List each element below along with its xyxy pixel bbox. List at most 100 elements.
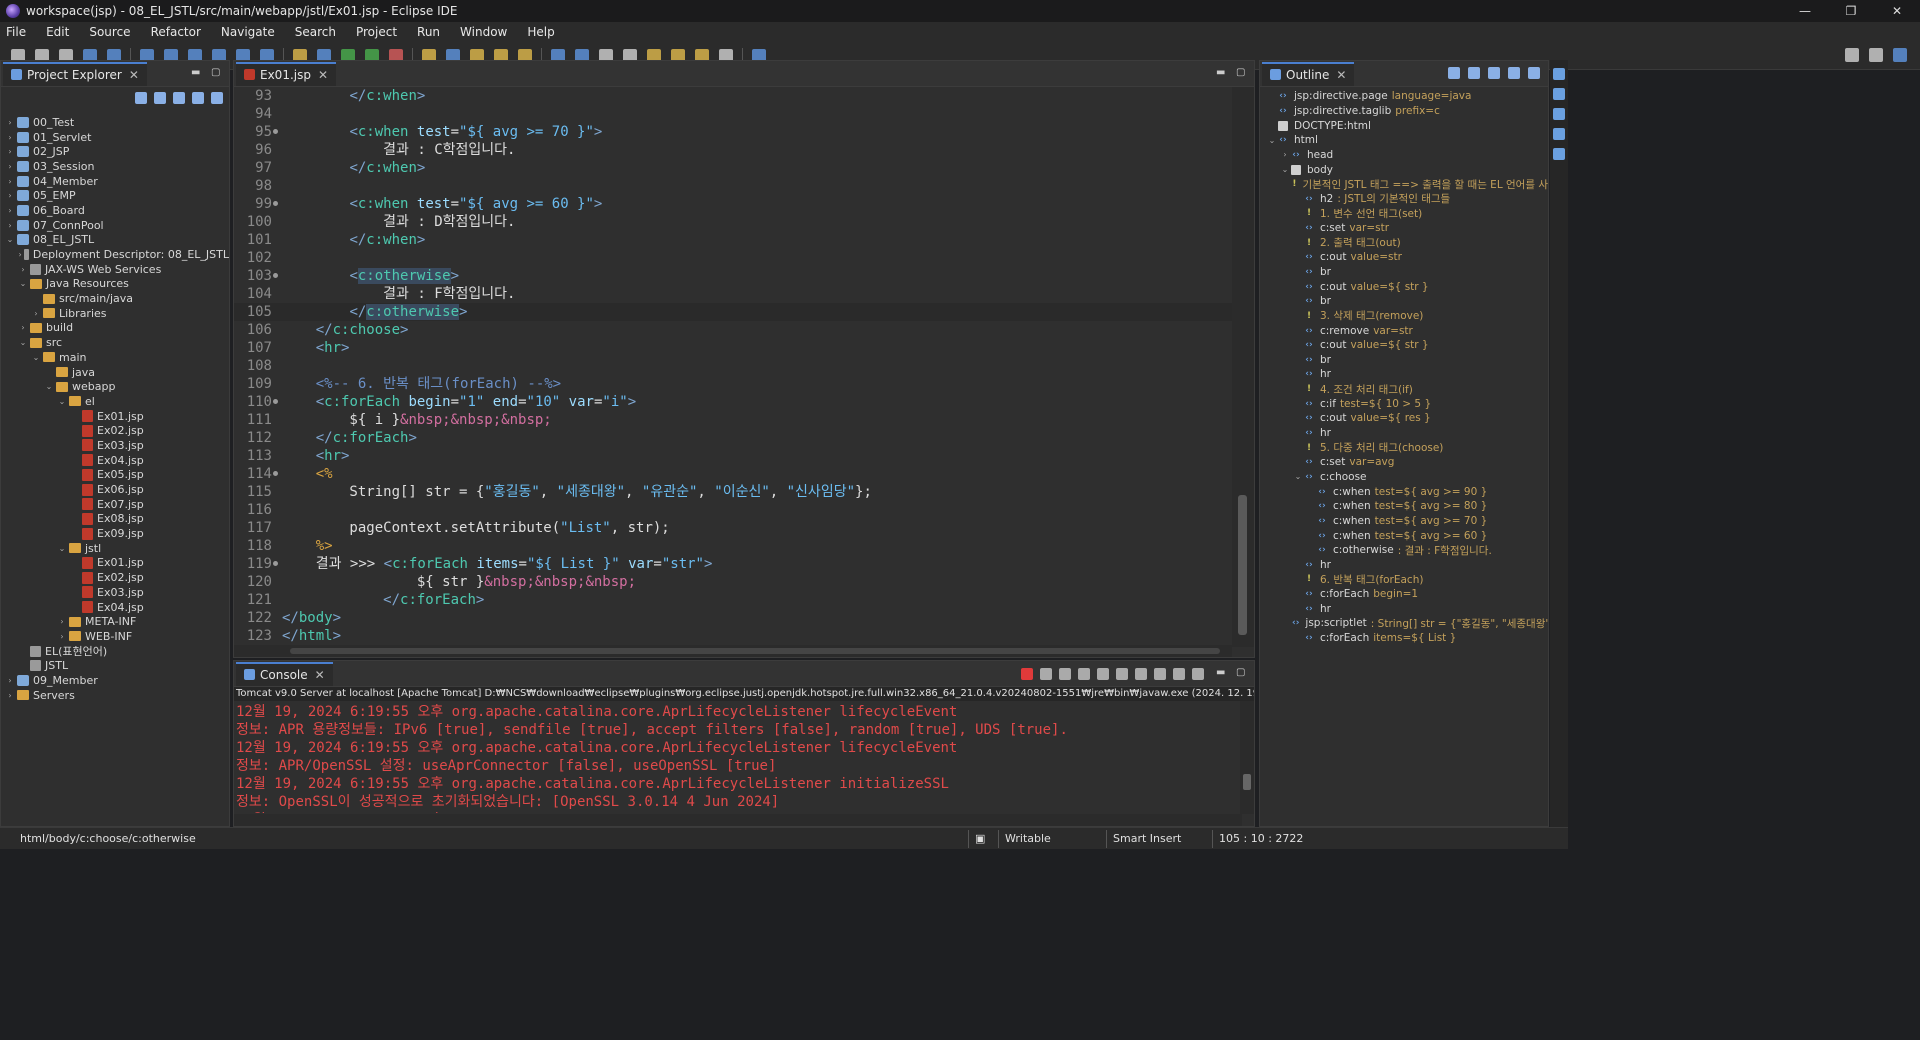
menu-search[interactable]: Search [295,25,336,39]
focus-icon[interactable] [192,92,204,104]
chevron-down-icon[interactable]: ⌄ [1292,472,1304,481]
tree-item[interactable]: › Libraries [1,306,229,321]
outline-item[interactable]: ‹› c:out value=str [1260,250,1548,265]
tree-item[interactable]: Ex01.jsp [1,556,229,571]
outline-item[interactable]: ‹› c:when test=${ avg >= 90 } [1260,484,1548,499]
code-line[interactable]: 99 <c:when test="${ avg >= 60 }"> [234,195,1232,213]
scroll-lock-icon[interactable] [1097,668,1109,680]
tree-item[interactable]: › 04_Member [1,174,229,189]
show-on-output-icon[interactable] [1135,668,1147,680]
outline-item[interactable]: ‹› jsp:directive.page language=java [1260,89,1548,104]
tree-item[interactable]: › Servers [1,688,229,703]
word-wrap-icon[interactable] [1116,668,1128,680]
code-line[interactable]: 96 결과 : C학점입니다. [234,141,1232,159]
outline-item[interactable]: ! 5. 다중 처리 태그(choose) [1260,440,1548,455]
maximize-icon[interactable]: ▢ [1236,67,1248,79]
maximize-button[interactable]: ❐ [1828,0,1874,22]
editor-vertical-scrollbar[interactable] [1232,87,1254,647]
link-with-editor-icon[interactable] [1468,67,1480,79]
minimize-icon[interactable] [1508,67,1520,79]
tree-item[interactable]: › Deployment Descriptor: 08_EL_JSTL [1,247,229,262]
outline-item[interactable]: ⌄ ‹› html [1260,133,1548,148]
minimize-icon[interactable]: ▬ [1216,67,1228,79]
menu-edit[interactable]: Edit [46,25,69,39]
outline-item[interactable]: ! 2. 출력 태그(out) [1260,235,1548,250]
outline-item[interactable]: ‹› c:forEach begin=1 [1260,587,1548,602]
tab-outline[interactable]: Outline ✕ [1262,61,1355,86]
chevron-down-icon[interactable]: ⌄ [44,382,54,391]
tab-project-explorer[interactable]: Project Explorer ✕ [3,61,147,86]
minimize-button[interactable]: — [1782,0,1828,22]
outline-item[interactable]: ⌄ body [1260,162,1548,177]
console-output[interactable]: 12월 19, 2024 6:19:55 오후 org.apache.catal… [236,703,1236,813]
java-ee-perspective-icon[interactable] [1893,48,1907,62]
console-horizontal-scrollbar[interactable] [234,814,1242,826]
pin-console-icon[interactable] [1154,668,1166,680]
editor-horizontal-scrollbar[interactable] [234,645,1232,657]
collapse-all-icon[interactable] [1448,67,1460,79]
outline-item[interactable]: ‹› br [1260,353,1548,368]
tree-item[interactable]: Ex04.jsp [1,600,229,615]
outline-item[interactable]: DOCTYPE:html [1260,118,1548,133]
tree-item[interactable]: Ex03.jsp [1,438,229,453]
display-console-icon[interactable] [1173,668,1185,680]
code-line[interactable]: 122 </body> [234,609,1232,627]
tree-item[interactable]: ⌄ el [1,394,229,409]
collapse-all-icon[interactable] [135,92,147,104]
fold-marker-icon[interactable] [273,471,278,476]
outline-item[interactable]: ‹› c:when test=${ avg >= 80 } [1260,499,1548,514]
chevron-right-icon[interactable]: › [18,265,28,274]
tree-item[interactable]: Ex07.jsp [1,497,229,512]
code-line[interactable]: 119 결과 >>> <c:forEach items="${ List }" … [234,555,1232,573]
menu-window[interactable]: Window [460,25,507,39]
tree-item[interactable]: › 09_Member [1,673,229,688]
chevron-down-icon[interactable]: ⌄ [1279,165,1291,174]
code-line[interactable]: 121 </c:forEach> [234,591,1232,609]
menu-file[interactable]: File [6,25,26,39]
code-line[interactable]: 100 결과 : D학점입니다. [234,213,1232,231]
code-line[interactable]: 94 [234,105,1232,123]
code-line[interactable]: 104 결과 : F학점입니다. [234,285,1232,303]
outline-item[interactable]: ‹› c:set var=avg [1260,455,1548,470]
tree-item[interactable]: Ex01.jsp [1,409,229,424]
code-line[interactable]: 112 </c:forEach> [234,429,1232,447]
chevron-right-icon[interactable]: › [5,147,15,156]
fold-marker-icon[interactable] [273,201,278,206]
data-source-icon[interactable] [1553,128,1565,140]
outline-item[interactable]: ‹› c:out value=${ str } [1260,279,1548,294]
maximize-icon[interactable]: ▢ [211,67,223,79]
restore-icon[interactable] [1553,68,1565,80]
open-perspective-icon[interactable] [1869,48,1883,62]
tree-item[interactable]: › 03_Session [1,159,229,174]
chevron-down-icon[interactable]: ⌄ [18,338,28,347]
tree-item[interactable]: Ex08.jsp [1,512,229,527]
scroll-thumb[interactable] [290,648,1220,654]
code-line[interactable]: 97 </c:when> [234,159,1232,177]
code-line[interactable]: 102 [234,249,1232,267]
outline-item[interactable]: ! 3. 삭제 태그(remove) [1260,309,1548,324]
chevron-down-icon[interactable]: ⌄ [31,353,41,362]
outline-item[interactable]: ‹› jsp:directive.taglib prefix=c [1260,104,1548,119]
menu-help[interactable]: Help [527,25,554,39]
chevron-right-icon[interactable]: › [18,250,22,259]
chevron-down-icon[interactable]: ⌄ [57,544,67,553]
code-line[interactable]: 123 </html> [234,627,1232,645]
chevron-right-icon[interactable]: › [5,133,15,142]
minimize-icon[interactable]: ▬ [1216,667,1228,679]
close-icon[interactable]: ✕ [318,68,328,82]
menu-run[interactable]: Run [417,25,440,39]
tree-item[interactable]: › 02_JSP [1,144,229,159]
chevron-down-icon[interactable]: ⌄ [5,235,15,244]
outline-item[interactable]: ‹› c:if test=${ 10 > 5 } [1260,396,1548,411]
chevron-right-icon[interactable]: › [5,676,15,685]
tree-item[interactable]: ⌄ jstl [1,541,229,556]
code-line[interactable]: 116 [234,501,1232,519]
code-line[interactable]: 103 <c:otherwise> [234,267,1232,285]
chevron-right-icon[interactable]: › [57,632,67,641]
chevron-right-icon[interactable]: › [5,691,15,700]
chevron-right-icon[interactable]: › [18,323,28,332]
chevron-right-icon[interactable]: › [5,206,15,215]
code-line[interactable]: 95 <c:when test="${ avg >= 70 }"> [234,123,1232,141]
tree-item[interactable]: › META-INF [1,614,229,629]
outline-item[interactable]: ⌄ ‹› c:choose [1260,470,1548,485]
